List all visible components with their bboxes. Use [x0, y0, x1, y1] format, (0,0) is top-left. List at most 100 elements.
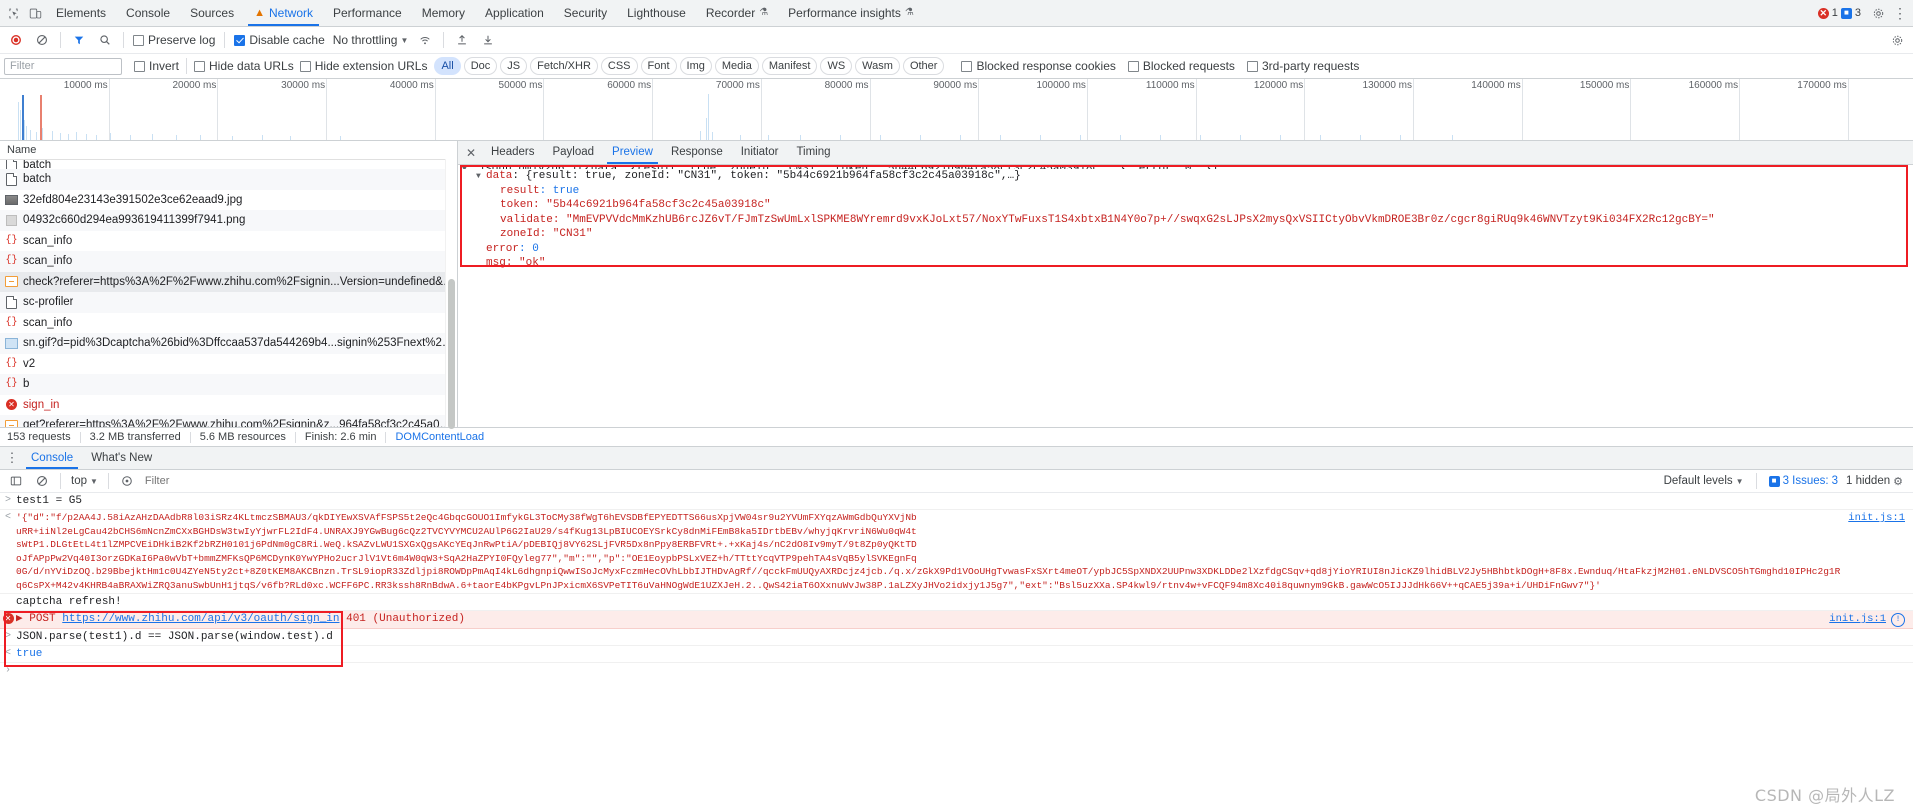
- filter-input[interactable]: [4, 57, 122, 75]
- type-filter-other[interactable]: Other: [902, 57, 945, 75]
- console-message[interactable]: captcha refresh!: [0, 594, 1913, 611]
- console-sidebar-icon[interactable]: [4, 470, 28, 492]
- settings-gear-icon[interactable]: [1867, 2, 1889, 24]
- console-hidden-chip[interactable]: 1 hidden ⚙: [1846, 475, 1909, 488]
- table-row[interactable]: {} scan_info: [0, 313, 457, 334]
- table-row[interactable]: {} scan_info: [0, 251, 457, 272]
- console-output[interactable]: > test1 = G5 < '{"d":"f/p2AA4J.58iAzAHzDAAd…: [0, 493, 1913, 812]
- console-context-select[interactable]: top ▼: [67, 475, 102, 487]
- blocked-requests-checkbox[interactable]: Blocked requests: [1125, 59, 1238, 73]
- drawer-more-icon[interactable]: ⋮: [2, 448, 22, 468]
- hide-data-urls-checkbox[interactable]: Hide data URLs: [191, 59, 297, 73]
- tab-elements[interactable]: Elements: [46, 0, 116, 26]
- hide-extension-urls-checkbox[interactable]: Hide extension URLs: [297, 59, 431, 73]
- table-row[interactable]: sn.gif?d=pid%3Dcaptcha%26bid%3Dffccaa537…: [0, 333, 457, 354]
- console-prompt[interactable]: ›: [0, 663, 1913, 679]
- tab-network[interactable]: ▲ Network: [244, 0, 323, 26]
- tab-console[interactable]: Console: [116, 0, 180, 26]
- console-message[interactable]: > JSON.parse(test1).d == JSON.parse(windo…: [0, 629, 1913, 646]
- type-filter-manifest[interactable]: Manifest: [761, 57, 818, 75]
- clear-button[interactable]: [30, 29, 54, 51]
- issue-globe-icon[interactable]: !: [1891, 613, 1905, 627]
- table-row[interactable]: batch: [0, 169, 457, 190]
- console-message[interactable]: > test1 = G5: [0, 493, 1913, 510]
- table-row[interactable]: {} v2: [0, 354, 457, 375]
- request-url-link[interactable]: https://www.zhihu.com/api/v3/oauth/sign_…: [62, 613, 339, 625]
- tab-timing[interactable]: Timing: [787, 141, 839, 164]
- network-settings-gear-icon[interactable]: [1885, 29, 1909, 51]
- drawer-tab-console[interactable]: Console: [22, 447, 82, 469]
- json-line[interactable]: zoneId: "CN31": [458, 227, 1913, 242]
- table-row[interactable]: ✕ sign_in: [0, 395, 457, 416]
- type-filter-font[interactable]: Font: [640, 57, 677, 75]
- throttling-select[interactable]: No throttling ▼: [330, 33, 412, 47]
- import-har-icon[interactable]: [450, 29, 474, 51]
- table-row[interactable]: 32efd804e23143e391502e3ce62eaad9.jpg: [0, 190, 457, 211]
- third-party-requests-checkbox[interactable]: 3rd-party requests: [1244, 59, 1362, 73]
- record-button[interactable]: [4, 29, 28, 51]
- tab-lighthouse[interactable]: Lighthouse: [617, 0, 696, 26]
- scrollbar-thumb[interactable]: [448, 279, 455, 429]
- console-source-link[interactable]: init.js:1!: [1829, 612, 1913, 627]
- table-row[interactable]: sc-profiler: [0, 292, 457, 313]
- preserve-log-checkbox[interactable]: Preserve log: [130, 33, 218, 47]
- console-message[interactable]: < '{"d":"f/p2AA4J.58iAzAHzDAAdbR8l03iSRz4…: [0, 510, 1913, 594]
- tab-initiator[interactable]: Initiator: [732, 141, 788, 164]
- tab-application[interactable]: Application: [475, 0, 554, 26]
- type-filter-wasm[interactable]: Wasm: [855, 57, 900, 75]
- type-filter-fetch-xhr[interactable]: Fetch/XHR: [530, 57, 598, 75]
- tab-response[interactable]: Response: [662, 141, 732, 164]
- expand-arrow-icon[interactable]: ▶: [16, 613, 23, 625]
- tab-performance[interactable]: Performance: [323, 0, 412, 26]
- chevron-down-icon[interactable]: ▼: [462, 165, 472, 169]
- json-line[interactable]: token: "5b44c6921b964fa58cf3c2c45a03918c…: [458, 198, 1913, 213]
- disable-cache-checkbox[interactable]: Disable cache: [231, 33, 327, 47]
- table-row[interactable]: check?referer=https%3A%2F%2Fwww.zhihu.co…: [0, 271, 457, 292]
- json-line[interactable]: msg: "ok": [458, 256, 1913, 271]
- table-row[interactable]: batch: [0, 160, 457, 169]
- export-har-icon[interactable]: [476, 29, 500, 51]
- console-message[interactable]: < true: [0, 646, 1913, 663]
- drawer-tab-whats-new[interactable]: What's New: [82, 447, 161, 469]
- table-row[interactable]: {} scan_info: [0, 231, 457, 252]
- type-filter-doc[interactable]: Doc: [463, 57, 498, 75]
- tab-sources[interactable]: Sources: [180, 0, 244, 26]
- type-filter-css[interactable]: CSS: [600, 57, 638, 75]
- console-source-link[interactable]: init.js:1: [1848, 511, 1913, 525]
- type-filter-img[interactable]: Img: [679, 57, 712, 75]
- json-line[interactable]: validate: "MmEVPVVdcMmKzhUB6rcJZ6vT/FJmT…: [458, 213, 1913, 228]
- status-badge[interactable]: ✕ 1 ■ 3: [1812, 7, 1867, 19]
- filter-funnel-icon[interactable]: [67, 29, 91, 51]
- console-clear-icon[interactable]: [30, 470, 54, 492]
- json-line[interactable]: error: 0: [458, 242, 1913, 257]
- preview-panel[interactable]: ▼_jsonp_hm1v2b6_1({data: {result: true, …: [458, 165, 1913, 427]
- tab-payload[interactable]: Payload: [543, 141, 603, 164]
- wifi-icon[interactable]: [413, 29, 437, 51]
- chevron-down-icon[interactable]: ▼: [476, 170, 486, 184]
- console-issues-chip[interactable]: ■ 3 Issues: 3: [1763, 475, 1844, 487]
- close-icon[interactable]: ✕: [460, 142, 482, 164]
- blocked-response-cookies-checkbox[interactable]: Blocked response cookies: [958, 59, 1118, 73]
- type-filter-all[interactable]: All: [434, 57, 461, 75]
- request-list-scrollbar[interactable]: [445, 159, 457, 429]
- live-expression-icon[interactable]: [115, 470, 139, 492]
- table-row[interactable]: get?referer=https%3A%2F%2Fwww.zhihu.com%…: [0, 415, 457, 427]
- json-line[interactable]: result: true: [458, 184, 1913, 199]
- invert-checkbox[interactable]: Invert: [131, 59, 182, 73]
- type-filter-ws[interactable]: WS: [820, 57, 853, 75]
- inspect-element-icon[interactable]: [2, 2, 24, 24]
- search-icon[interactable]: [93, 29, 117, 51]
- console-filter-input[interactable]: [140, 473, 1656, 489]
- type-filter-js[interactable]: JS: [500, 57, 528, 75]
- tab-recorder[interactable]: Recorder ⚗: [696, 0, 778, 26]
- tab-preview[interactable]: Preview: [603, 141, 662, 164]
- tab-security[interactable]: Security: [554, 0, 617, 26]
- device-toolbar-icon[interactable]: [24, 2, 46, 24]
- console-message[interactable]: ✕ ▶ POST https://www.zhihu.com/api/v3/oau…: [0, 611, 1913, 629]
- json-line[interactable]: ▼ data: {result: true, zoneId: "CN31", to…: [458, 169, 1913, 184]
- type-filter-media[interactable]: Media: [714, 57, 759, 75]
- json-preview-tree[interactable]: ▼_jsonp_hm1v2b6_1({data: {result: true, …: [458, 165, 1913, 271]
- table-row[interactable]: {} b: [0, 374, 457, 395]
- table-row[interactable]: 04932c660d294ea993619411399f7941.png: [0, 210, 457, 231]
- tab-memory[interactable]: Memory: [412, 0, 475, 26]
